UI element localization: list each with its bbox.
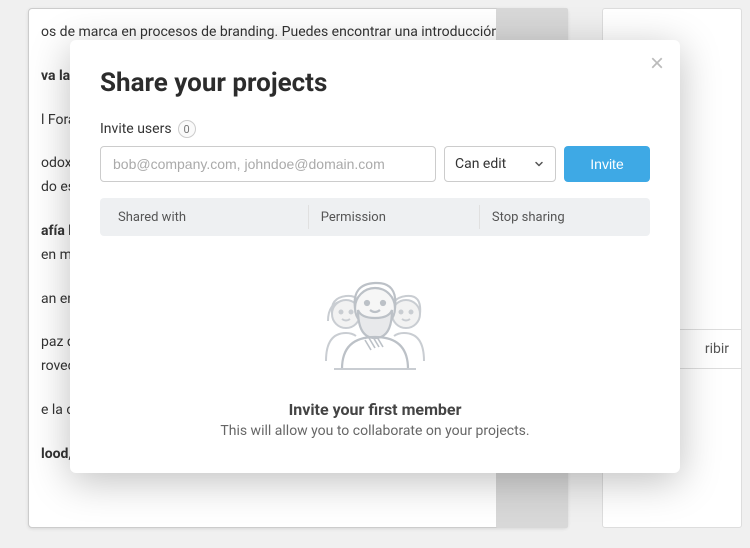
column-permission: Permission [309, 210, 479, 225]
column-stop-sharing: Stop sharing [480, 210, 650, 225]
close-button[interactable]: × [650, 52, 664, 76]
empty-state-subtitle: This will allow you to collaborate on yo… [220, 423, 529, 439]
empty-state: Invite your first member This will allow… [100, 266, 650, 439]
permission-selected-label: Can edit [455, 156, 506, 172]
invite-label-text: Invite users [100, 121, 172, 137]
invite-email-input[interactable] [100, 146, 436, 182]
people-illustration-icon [310, 266, 440, 386]
modal-title: Share your projects [100, 68, 650, 98]
invite-button-label: Invite [590, 156, 623, 172]
invite-users-label: Invite users 0 [100, 120, 650, 138]
chevron-down-icon [533, 158, 545, 170]
share-modal: × Share your projects Invite users 0 Can… [70, 40, 680, 473]
modal-overlay: × Share your projects Invite users 0 Can… [0, 0, 750, 548]
close-icon: × [650, 50, 664, 77]
permission-select[interactable]: Can edit [444, 146, 556, 182]
invite-button[interactable]: Invite [564, 146, 650, 182]
empty-state-title: Invite your first member [289, 400, 462, 419]
column-shared-with: Shared with [100, 210, 308, 225]
share-table-header: Shared with Permission Stop sharing [100, 198, 650, 236]
invite-count-badge: 0 [178, 120, 196, 138]
